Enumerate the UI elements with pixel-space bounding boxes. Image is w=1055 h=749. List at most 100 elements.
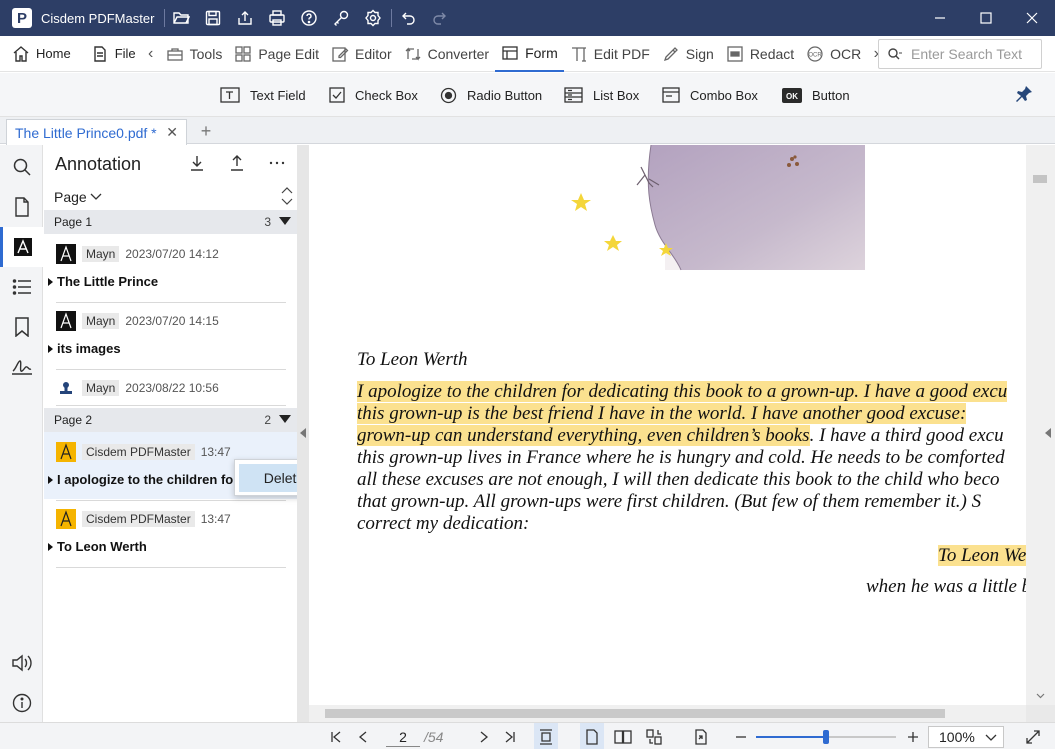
annotation-item[interactable]: To Leon Werth	[48, 539, 147, 554]
button-tool[interactable]: OK Button	[782, 73, 850, 117]
rail-annotation-icon[interactable]	[0, 227, 43, 267]
menu-sign[interactable]: Sign	[656, 36, 720, 72]
menu-edit-pdf[interactable]: Edit PDF	[564, 36, 656, 72]
highlighted-text[interactable]: grown-up can understand everything, even…	[357, 425, 810, 446]
redo-icon[interactable]	[424, 0, 456, 36]
panel-splitter[interactable]	[297, 145, 309, 722]
fit-height-icon[interactable]	[534, 723, 558, 749]
expand-icon[interactable]	[48, 475, 53, 484]
combo-box-tool[interactable]: Combo Box	[662, 73, 758, 117]
page-filter-label: Page	[54, 189, 87, 205]
sort-icon[interactable]	[281, 187, 293, 208]
rail-audio-icon[interactable]	[0, 643, 43, 683]
single-page-icon[interactable]	[580, 723, 604, 749]
menu-converter[interactable]: Converter	[398, 36, 495, 72]
check-box-tool[interactable]: Check Box	[329, 73, 418, 117]
rail-bookmark-icon[interactable]	[0, 307, 43, 347]
share-icon[interactable]	[229, 0, 261, 36]
radio-button-tool[interactable]: Radio Button	[440, 73, 542, 117]
highlighted-text[interactable]: To Leon We	[938, 545, 1026, 566]
first-page-icon[interactable]	[326, 723, 346, 749]
menu-form[interactable]: Form	[495, 36, 564, 72]
close-window-button[interactable]	[1009, 0, 1055, 36]
horizontal-scroll-thumb[interactable]	[325, 709, 945, 718]
fullscreen-icon[interactable]	[1022, 723, 1044, 749]
zoom-slider-knob[interactable]	[823, 730, 829, 744]
form-toolbar: Text Field Check Box Radio Button List B…	[0, 73, 1055, 117]
menu-ocr[interactable]: OCR OCR	[800, 36, 867, 72]
rail-page-icon[interactable]	[0, 187, 43, 227]
collapse-panel-icon[interactable]	[300, 428, 306, 438]
current-page-input[interactable]: 2	[386, 727, 420, 747]
expand-icon[interactable]	[48, 542, 53, 551]
print-icon[interactable]	[261, 0, 293, 36]
zoom-dropdown[interactable]: 100%	[928, 726, 1004, 748]
minimize-button[interactable]	[917, 0, 963, 36]
menu-page-edit[interactable]: Page Edit	[228, 36, 325, 72]
menu-scroll-left-icon[interactable]: ‹	[142, 36, 160, 72]
page-filter-dropdown[interactable]: Page	[54, 189, 102, 205]
annotation-item[interactable]: I apologize to the children fo	[48, 472, 233, 487]
two-page-icon[interactable]	[611, 723, 635, 749]
annotation-group-header[interactable]: Page 1 3	[44, 210, 297, 234]
scroll-down-icon[interactable]	[1036, 693, 1045, 699]
menu-file[interactable]: File	[85, 36, 142, 72]
zoom-out-icon[interactable]	[733, 723, 749, 749]
menu-tools[interactable]: Tools	[160, 36, 229, 72]
undo-icon[interactable]	[392, 0, 424, 36]
add-tab-button[interactable]: +	[196, 119, 216, 143]
help-icon[interactable]	[293, 0, 325, 36]
zoom-slider[interactable]	[756, 730, 896, 744]
close-tab-icon[interactable]: ✕	[166, 124, 178, 141]
highlighted-text[interactable]: this grown-up is the best friend I have …	[357, 403, 967, 424]
document-tab[interactable]: The Little Prince0.pdf * ✕	[6, 119, 187, 145]
annotation-author: Mayn	[82, 380, 120, 396]
divider	[56, 500, 286, 501]
document-tab-title: The Little Prince0.pdf *	[15, 124, 157, 141]
import-annotations-icon[interactable]	[177, 155, 217, 171]
rail-signature-icon[interactable]	[0, 347, 43, 387]
horizontal-scrollbar[interactable]	[309, 705, 1026, 722]
annotation-group-header[interactable]: Page 2 2	[44, 408, 297, 432]
rail-info-icon[interactable]	[0, 683, 43, 723]
search-input[interactable]	[911, 46, 1041, 62]
menu-page-edit-label: Page Edit	[258, 45, 320, 62]
annotation-text: To Leon Werth	[57, 539, 147, 554]
search-box[interactable]	[878, 39, 1042, 69]
menu-editor[interactable]: Editor	[325, 36, 398, 72]
save-icon[interactable]	[197, 0, 229, 36]
more-options-icon[interactable]	[257, 155, 297, 171]
rail-outline-icon[interactable]	[0, 267, 43, 307]
menu-home[interactable]: Home	[6, 36, 77, 72]
vertical-scrollbar[interactable]	[1026, 145, 1055, 705]
menu-redact[interactable]: Redact	[720, 36, 800, 72]
rail-search-icon[interactable]	[0, 147, 43, 187]
app-title: Cisdem PDFMaster	[41, 10, 155, 26]
scroll-mode-icon[interactable]	[643, 723, 667, 749]
vertical-scroll-thumb[interactable]	[1033, 175, 1047, 183]
rotate-page-icon[interactable]	[689, 723, 713, 749]
zoom-in-icon[interactable]	[905, 723, 921, 749]
annotation-item[interactable]: The Little Prince	[48, 274, 158, 289]
grid-icon	[235, 45, 251, 62]
expand-icon[interactable]	[48, 344, 53, 353]
annotation-author: Mayn	[82, 313, 120, 329]
maximize-button[interactable]	[963, 0, 1009, 36]
highlighted-text[interactable]: I apologize to the children for dedicati…	[357, 381, 1008, 402]
expand-right-panel-icon[interactable]	[1045, 428, 1051, 438]
annotation-meta[interactable]: Mayn 2023/08/22 10:56	[56, 378, 219, 398]
expand-icon[interactable]	[48, 277, 53, 286]
next-page-icon[interactable]	[474, 723, 494, 749]
key-icon[interactable]	[325, 0, 357, 36]
combo-box-icon	[662, 87, 680, 103]
pin-icon[interactable]	[1015, 85, 1033, 106]
settings-icon[interactable]	[357, 0, 389, 36]
export-annotations-icon[interactable]	[217, 155, 257, 171]
annotation-item[interactable]: its images	[48, 341, 121, 356]
text-field-tool[interactable]: Text Field	[220, 73, 306, 117]
folder-open-icon[interactable]	[165, 0, 197, 36]
text-annotation-icon	[56, 311, 76, 331]
list-box-tool[interactable]: List Box	[564, 73, 639, 117]
previous-page-icon[interactable]	[353, 723, 373, 749]
last-page-icon[interactable]	[500, 723, 520, 749]
